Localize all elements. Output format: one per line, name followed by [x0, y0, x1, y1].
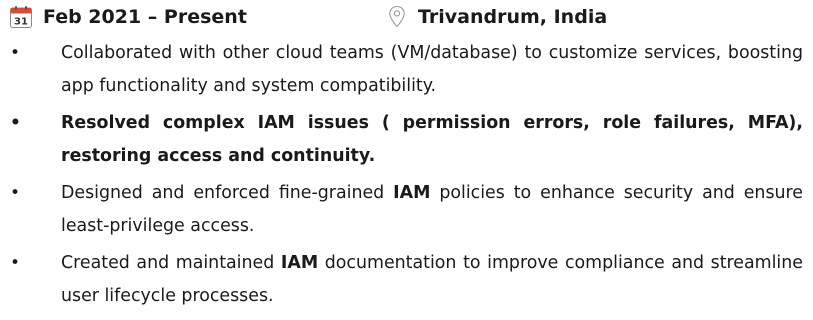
location: Trivandrum, India: [388, 4, 607, 30]
bullet-text: Collaborated with other cloud teams (VM/…: [61, 43, 803, 96]
bullet-dot: •: [10, 43, 21, 63]
list-item: • Collaborated with other cloud teams (V…: [0, 37, 813, 103]
bullet-dot: •: [10, 253, 21, 273]
date-range-text: Feb 2021 – Present: [43, 6, 247, 28]
location-text: Trivandrum, India: [418, 6, 608, 28]
bullet-keyword: IAM: [393, 183, 431, 203]
map-pin-icon: [389, 5, 405, 28]
list-item: • Created and maintained IAM documentati…: [0, 247, 813, 313]
calendar-icon: 31: [10, 6, 32, 28]
calendar-day-number: 31: [14, 17, 28, 28]
bullet-text-start: Designed and enforced fine-grained: [61, 183, 394, 203]
bullet-text-start: Created and maintained: [61, 253, 281, 273]
experience-entry: 31 Feb 2021 – Present Trivandrum, India …: [0, 0, 813, 320]
bullet-text: Resolved complex IAM issues ( permission…: [61, 113, 803, 166]
list-item: • Resolved complex IAM issues ( permissi…: [0, 107, 813, 173]
bullet-dot: •: [10, 113, 21, 133]
list-item: • Designed and enforced fine-grained IAM…: [0, 177, 813, 243]
bullet-keyword: IAM: [280, 253, 319, 273]
bullet-dot: •: [10, 183, 21, 203]
meta-row: 31 Feb 2021 – Present Trivandrum, India: [0, 0, 813, 36]
responsibility-list: • Collaborated with other cloud teams (V…: [0, 37, 813, 317]
date-range: 31 Feb 2021 – Present: [9, 4, 247, 30]
